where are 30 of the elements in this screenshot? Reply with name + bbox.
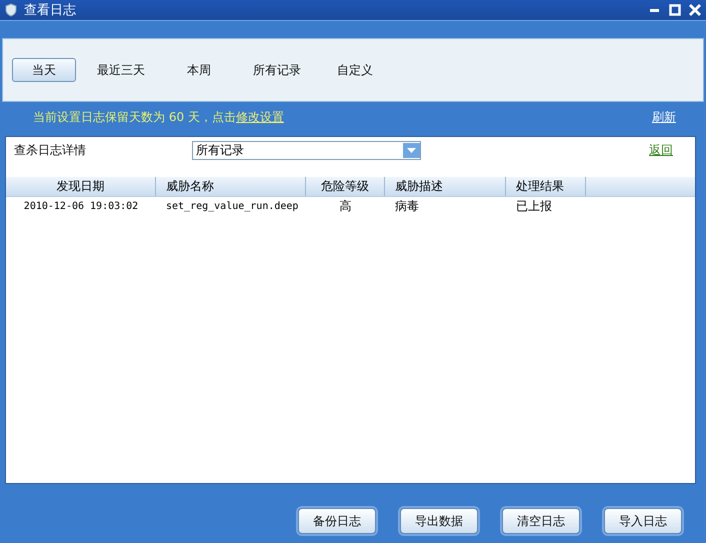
column-header[interactable]: 威胁名称: [156, 177, 306, 196]
date-tab[interactable]: 当天: [12, 58, 76, 82]
table-cell-text: 病毒: [394, 198, 420, 214]
action-button[interactable]: 清空日志: [502, 508, 580, 534]
action-button[interactable]: 导入日志: [604, 508, 682, 534]
table-cell-text: set_reg_value_run.deep: [165, 200, 300, 214]
dropdown-icon: [403, 142, 420, 158]
action-button[interactable]: 导出数据: [400, 508, 478, 534]
maximize-icon[interactable]: [668, 3, 682, 17]
retention-notice: 当前设置日志保留天数为 60 天，点击修改设置: [33, 108, 285, 126]
window-title: 查看日志: [24, 2, 77, 19]
table-cell-text: 高: [338, 198, 352, 214]
date-tab[interactable]: 最近三天: [84, 58, 158, 82]
table-cell-text: 2010-12-06 19:03:02: [22, 200, 140, 214]
column-header[interactable]: 威胁描述: [385, 177, 506, 196]
date-tab[interactable]: 所有记录: [240, 58, 314, 82]
column-header[interactable]: 发现日期: [6, 177, 156, 196]
close-icon[interactable]: [688, 3, 702, 17]
refresh-link[interactable]: 刷新: [652, 108, 676, 126]
detail-label: 查杀日志详情: [14, 142, 87, 158]
filter-dropdown[interactable]: 所有记录: [192, 140, 421, 160]
column-header[interactable]: 处理结果: [506, 177, 586, 196]
date-tab[interactable]: 本周: [162, 58, 236, 82]
back-link[interactable]: 返回: [649, 142, 673, 158]
date-tab[interactable]: 自定义: [318, 58, 392, 82]
table-cell-text: 已上报: [515, 198, 553, 214]
action-button[interactable]: 备份日志: [298, 508, 376, 534]
shield-icon: [4, 3, 18, 17]
column-header[interactable]: 危险等级: [306, 177, 385, 196]
settings-link[interactable]: 修改设置: [236, 110, 284, 124]
